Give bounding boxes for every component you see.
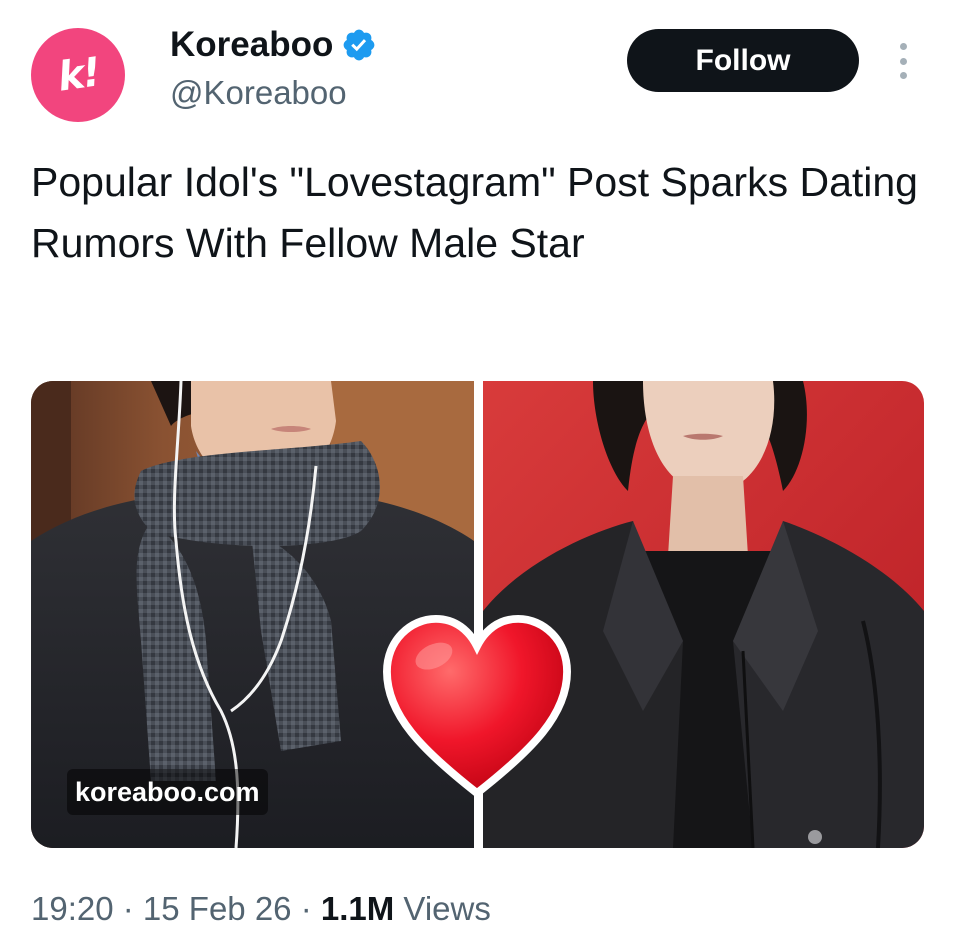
meta-separator: · — [291, 890, 321, 927]
red-heart-icon — [383, 614, 571, 799]
more-dot — [899, 57, 907, 65]
display-name[interactable]: Koreaboo — [170, 24, 333, 66]
tweet-text: Popular Idol's "Lovestagram" Post Sparks… — [31, 159, 918, 266]
avatar[interactable]: k! — [31, 28, 125, 122]
more-dot — [899, 43, 907, 50]
verified-badge-icon — [343, 29, 375, 61]
avatar-logo: k! — [54, 49, 102, 101]
account-handle[interactable]: @Koreaboo — [170, 73, 347, 113]
more-vertical-icon[interactable] — [888, 40, 918, 82]
tweet-time[interactable]: 19:20 — [31, 890, 114, 927]
media-watermark: koreaboo.com — [67, 769, 268, 815]
views-label: Views — [394, 890, 491, 927]
tweet-meta: 19:20 · 15 Feb 26 · 1.1M Views — [31, 889, 491, 929]
more-dot — [899, 72, 907, 79]
meta-separator: · — [113, 890, 143, 927]
tweet-media[interactable]: koreaboo.com — [31, 381, 924, 848]
views-count: 1.1M — [320, 890, 395, 927]
follow-button[interactable]: Follow — [627, 29, 859, 92]
tweet-date[interactable]: 15 Feb 26 — [143, 890, 292, 927]
author-row: Koreaboo — [170, 24, 377, 66]
